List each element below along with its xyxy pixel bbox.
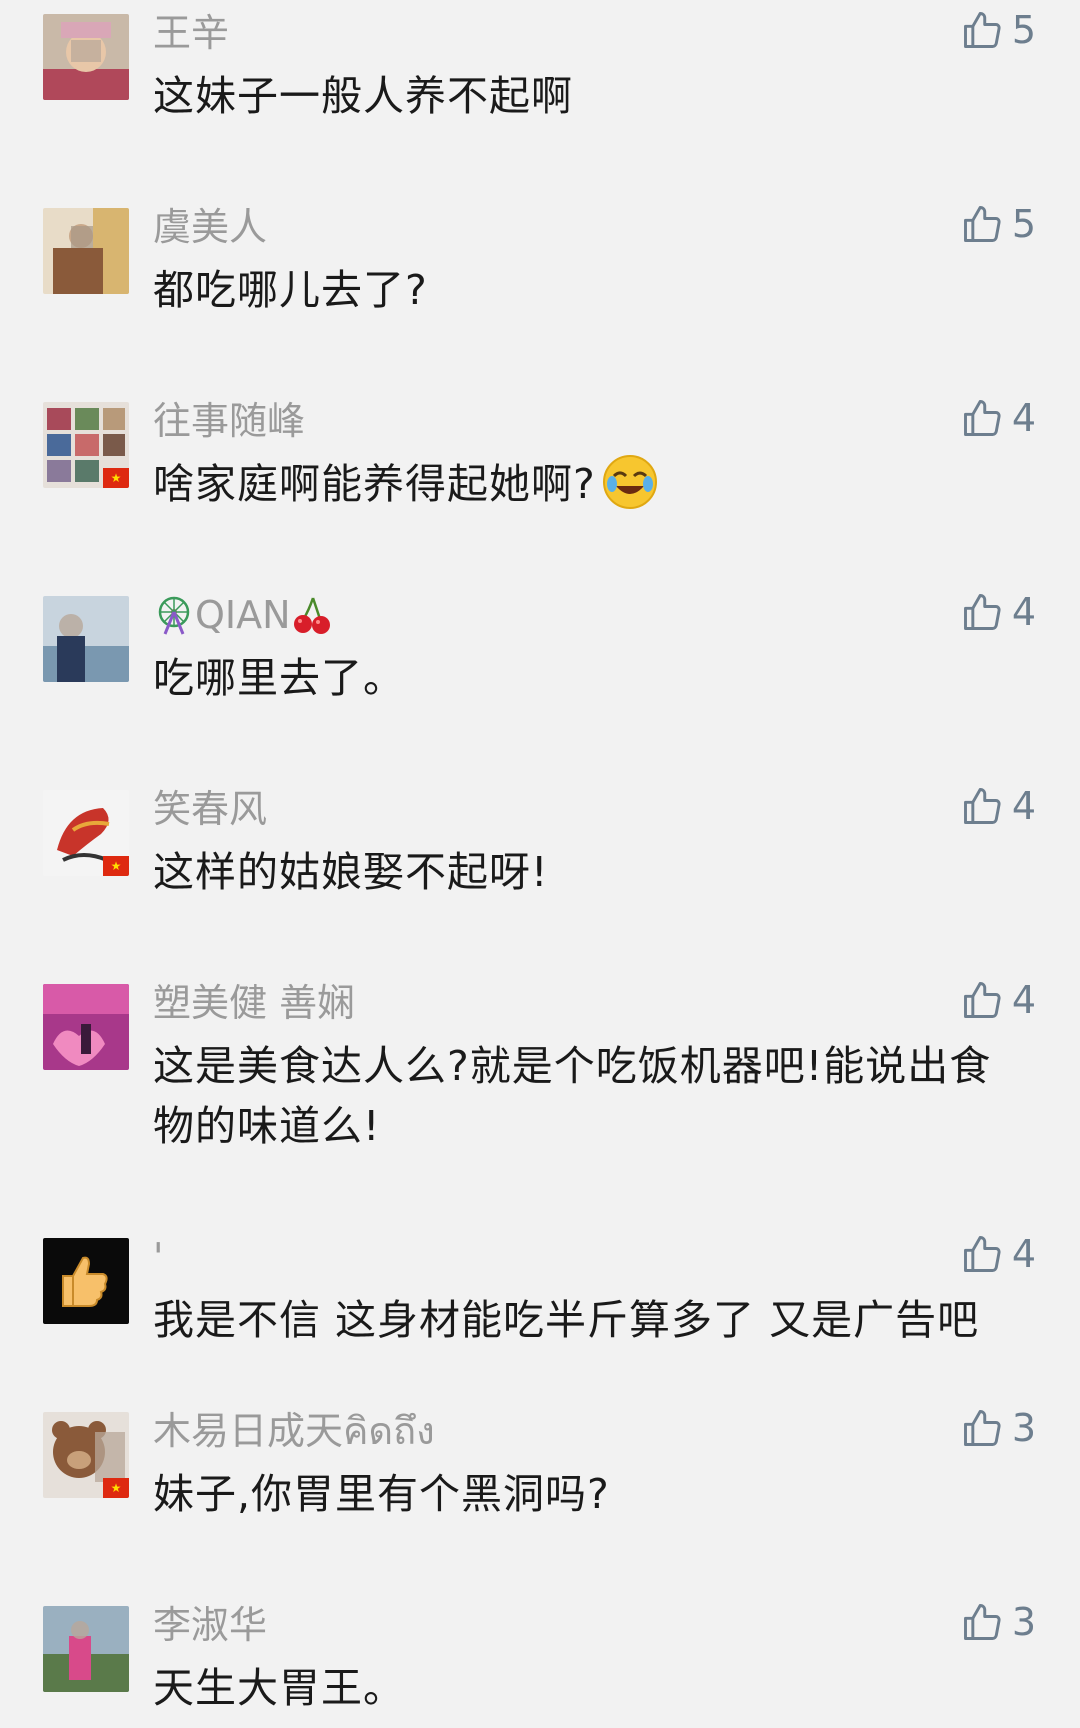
like-button[interactable]: 4 (960, 396, 1036, 440)
comment-text: 天生大胃王。 (153, 1664, 405, 1712)
thumbs-up-icon (960, 396, 1004, 440)
like-count: 4 (1011, 1232, 1036, 1276)
avatar[interactable] (43, 14, 129, 100)
thumbs-up-icon (960, 1232, 1004, 1276)
avatar[interactable] (43, 1238, 129, 1324)
commenter-name[interactable]: QIAN (153, 592, 333, 638)
china-flag-badge: ★ (103, 856, 129, 876)
thumbs-up-icon (960, 978, 1004, 1022)
avatar[interactable] (43, 984, 129, 1070)
avatar[interactable]: ★ (43, 1412, 129, 1498)
thumbs-up-icon (960, 8, 1004, 52)
like-count: 4 (1011, 396, 1036, 440)
commenter-name[interactable]: 塑美健 善娴 (153, 980, 355, 1026)
china-flag-badge: ★ (103, 468, 129, 488)
avatar[interactable] (43, 1606, 129, 1692)
comment-text: 这是美食达人么?就是个吃饭机器吧!能说出食物的味道么! (153, 1042, 992, 1150)
like-button[interactable]: 4 (960, 590, 1036, 634)
like-count: 5 (1011, 202, 1036, 246)
comment-text-content: 啥家庭啊能养得起她啊? (153, 460, 596, 508)
china-flag-badge: ★ (103, 1478, 129, 1498)
comment-text: 吃哪里去了。 (153, 654, 405, 702)
like-button[interactable]: 4 (960, 784, 1036, 828)
like-count: 5 (1011, 8, 1036, 52)
thumbs-up-icon (960, 1600, 1004, 1644)
rolling-laugh-emoji (602, 454, 658, 510)
commenter-name[interactable]: 王辛 (153, 10, 229, 56)
thumbs-up-icon (960, 202, 1004, 246)
avatar[interactable]: ★ (43, 790, 129, 876)
commenter-name[interactable]: 虞美人 (153, 204, 267, 250)
thumbs-up-icon (960, 590, 1004, 634)
avatar[interactable] (43, 208, 129, 294)
commenter-name[interactable]: 木易日成天คิดถึง (153, 1408, 435, 1454)
commenter-name-text: QIAN (195, 593, 291, 637)
like-button[interactable]: 4 (960, 978, 1036, 1022)
like-count: 3 (1011, 1406, 1036, 1450)
like-count: 4 (1011, 590, 1036, 634)
like-count: 3 (1011, 1600, 1036, 1644)
avatar[interactable]: ★ (43, 402, 129, 488)
like-button[interactable]: 3 (960, 1600, 1036, 1644)
commenter-name[interactable]: 往事随峰 (153, 398, 305, 444)
like-button[interactable]: 3 (960, 1406, 1036, 1450)
ferris-wheel-emoji (153, 594, 195, 636)
like-button[interactable]: 4 (960, 1232, 1036, 1276)
comment-text: 我是不信 这身材能吃半斤算多了 又是广告吧 (153, 1296, 980, 1344)
like-count: 4 (1011, 784, 1036, 828)
commenter-name[interactable]: 笑春风 (153, 786, 267, 832)
commenter-name[interactable]: ' (153, 1234, 163, 1280)
like-count: 4 (1011, 978, 1036, 1022)
thumbs-up-icon (960, 1406, 1004, 1450)
thumbs-up-icon (960, 784, 1004, 828)
comment-text: 这样的姑娘娶不起呀! (153, 848, 549, 896)
like-button[interactable]: 5 (960, 202, 1036, 246)
comment-text: 啥家庭啊能养得起她啊? (153, 454, 1033, 514)
comment-text: 都吃哪儿去了? (153, 266, 428, 314)
commenter-name[interactable]: 李淑华 (153, 1602, 267, 1648)
comment-text: 妹子,你胃里有个黑洞吗? (153, 1470, 610, 1518)
like-button[interactable]: 5 (960, 8, 1036, 52)
avatar[interactable] (43, 596, 129, 682)
cherries-emoji (291, 594, 333, 636)
comment-text: 这妹子一般人养不起啊 (153, 72, 573, 120)
